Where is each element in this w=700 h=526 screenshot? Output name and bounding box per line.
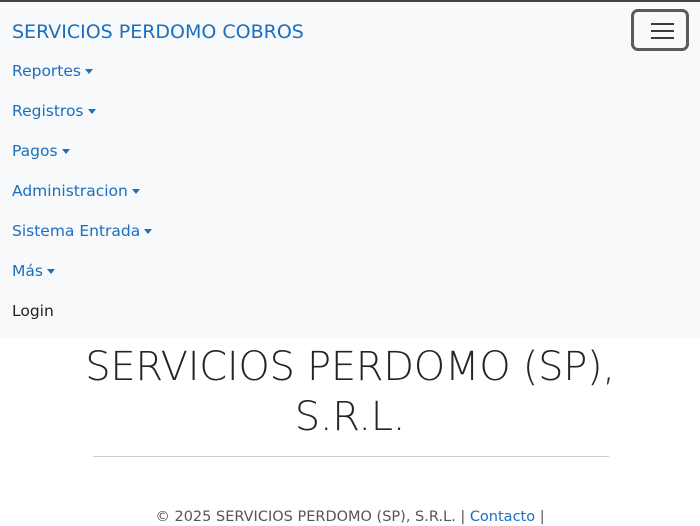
footer-separator: | xyxy=(539,509,545,525)
caret-down-icon xyxy=(46,269,55,274)
navbar-brand-link[interactable]: SERVICIOS PERDOMO COBROS xyxy=(12,20,304,44)
nav-item-sistema-entrada[interactable]: Sistema Entrada xyxy=(12,217,612,257)
nav-item-label: Administracion xyxy=(12,182,128,200)
nav-item-label: Login xyxy=(12,302,54,320)
caret-down-icon xyxy=(87,109,96,114)
caret-down-icon xyxy=(85,69,93,74)
nav-item-label: Registros xyxy=(12,102,84,120)
nav-item-registros[interactable]: Registros xyxy=(12,97,612,137)
page: SERVICIOS PERDOMO COBROS Reportes Regist… xyxy=(0,0,700,526)
navbar-menu: Reportes Registros Pagos Administracion … xyxy=(12,57,612,337)
footer: © 2025 SERVICIOS PERDOMO (SP), S.R.L. | … xyxy=(0,507,700,526)
caret-down-icon xyxy=(144,229,153,234)
contact-link[interactable]: Contacto xyxy=(470,509,535,525)
nav-item-reportes[interactable]: Reportes xyxy=(12,57,612,97)
footer-copyright: © 2025 SERVICIOS PERDOMO (SP), S.R.L. | xyxy=(155,509,466,525)
page-title-line-1: SERVICIOS PERDOMO (SP), xyxy=(85,344,615,390)
navbar: SERVICIOS PERDOMO COBROS Reportes Regist… xyxy=(0,2,700,338)
caret-down-icon xyxy=(61,149,70,154)
nav-item-pagos[interactable]: Pagos xyxy=(12,137,612,177)
page-title-line-2: S.R.L. xyxy=(294,394,406,440)
nav-item-mas[interactable]: Más xyxy=(12,257,612,297)
caret-down-icon xyxy=(131,189,140,194)
nav-item-label: Más xyxy=(12,262,43,280)
horizontal-divider xyxy=(93,456,609,457)
nav-item-label: Pagos xyxy=(12,142,58,160)
nav-item-login[interactable]: Login xyxy=(12,297,612,337)
hamburger-menu-icon xyxy=(651,23,674,39)
nav-item-label: Sistema Entrada xyxy=(12,222,141,240)
page-title: SERVICIOS PERDOMO (SP), S.R.L. xyxy=(60,342,640,442)
navbar-toggler-button[interactable] xyxy=(631,9,689,51)
nav-item-administracion[interactable]: Administracion xyxy=(12,177,612,217)
nav-item-label: Reportes xyxy=(12,62,81,80)
